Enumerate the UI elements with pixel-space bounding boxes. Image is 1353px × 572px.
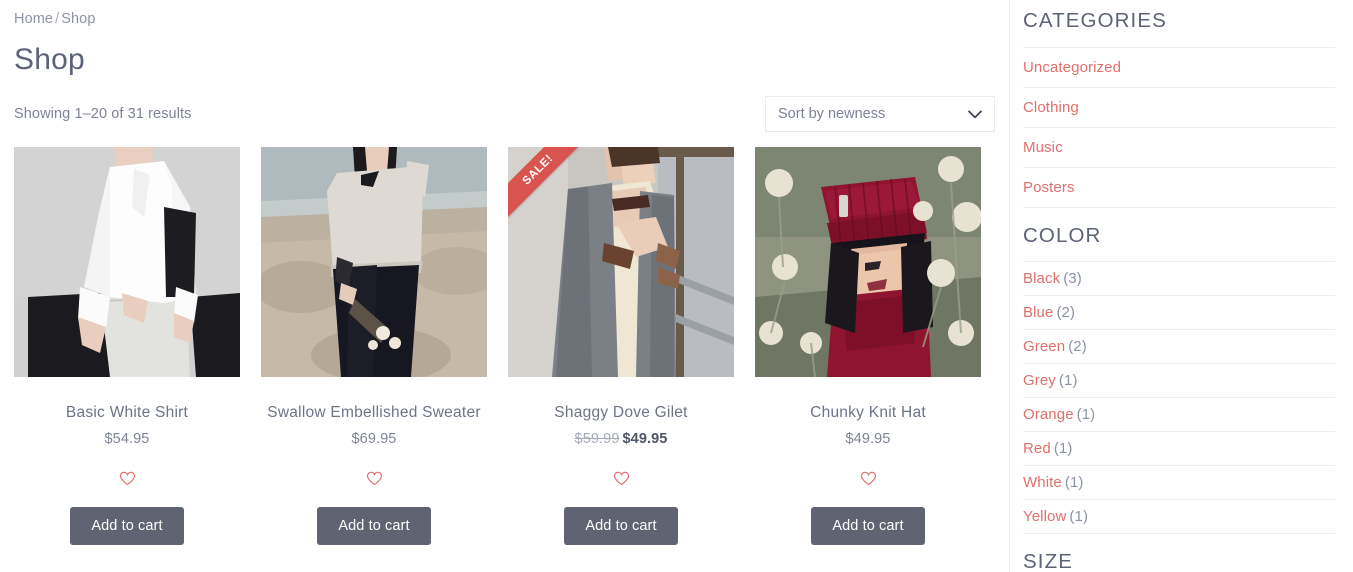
product-price: $54.95 <box>14 431 240 447</box>
breadcrumb-current: Shop <box>61 11 96 27</box>
color-count-yellow: (1) <box>1069 508 1089 525</box>
widget-title-size: SIZE <box>1023 550 1073 572</box>
category-list: Uncategorized Clothing Music Posters <box>1023 47 1335 208</box>
list-item: Posters <box>1023 167 1335 208</box>
color-count-orange: (1) <box>1076 406 1096 423</box>
main-content: Home / Shop Shop Showing 1–20 of 31 result… <box>0 0 1009 572</box>
list-item: Grey (1) <box>1023 363 1335 397</box>
color-count-green: (2) <box>1068 338 1087 355</box>
breadcrumb: Home / Shop <box>14 10 995 27</box>
product-card: Chunky Knit Hat $49.95 Add to cart <box>755 147 981 546</box>
add-to-cart-button[interactable]: Add to cart <box>317 507 431 546</box>
color-count-black: (3) <box>1063 270 1082 287</box>
product-image[interactable] <box>755 147 981 377</box>
product-price: $69.95 <box>261 431 487 447</box>
list-item: Music <box>1023 127 1335 167</box>
shop-toolbar: Showing 1–20 of 31 results Sort by newne… <box>14 96 995 132</box>
widget-size: SIZE XL(1) <box>1023 550 1335 572</box>
product-card: Basic White Shirt $54.95 Add to cart <box>14 147 240 546</box>
breadcrumb-home[interactable]: Home <box>14 11 53 27</box>
product-price: $59.99 $49.95 <box>508 431 734 447</box>
color-filter-list: Black (3) Blue (2) Green (2) Grey (1) Orange… <box>1023 261 1335 534</box>
product-card: SALE! Shaggy Dove Gilet $59.99 $49.95 Add… <box>508 147 734 546</box>
color-link-red[interactable]: Red <box>1023 440 1051 457</box>
sort-select-value: Sort by newness <box>778 106 886 122</box>
widget-color: COLOR Black (3) Blue (2) Green (2) Grey (1) … <box>1023 224 1335 534</box>
list-item: Clothing <box>1023 87 1335 127</box>
product-title[interactable]: Chunky Knit Hat <box>755 404 981 422</box>
color-link-orange[interactable]: Orange <box>1023 406 1074 423</box>
list-item: White (1) <box>1023 465 1335 499</box>
heart-outline-icon <box>860 471 876 485</box>
category-link-music[interactable]: Music <box>1023 139 1063 156</box>
product-price-value: $49.95 <box>845 431 891 448</box>
color-count-red: (1) <box>1053 440 1073 457</box>
shop-sidebar: CATEGORIES Uncategorized Clothing Music … <box>1009 0 1353 572</box>
list-item: Yellow (1) <box>1023 499 1335 534</box>
shop-page: Home / Shop Shop Showing 1–20 of 31 result… <box>0 0 1353 572</box>
add-to-cart-button[interactable]: Add to cart <box>70 507 184 546</box>
wishlist-button[interactable] <box>508 469 734 487</box>
list-item: Uncategorized <box>1023 47 1335 87</box>
color-link-green[interactable]: Green <box>1023 338 1065 355</box>
product-image[interactable]: SALE! <box>508 147 734 377</box>
chevron-down-icon <box>968 110 982 118</box>
list-item: Green (2) <box>1023 329 1335 363</box>
color-link-blue[interactable]: Blue <box>1023 304 1053 321</box>
product-price: $49.95 <box>755 431 981 447</box>
product-price-sale: $49.95 <box>622 431 668 448</box>
list-item: Blue (2) <box>1023 295 1335 329</box>
color-count-white: (1) <box>1064 474 1084 491</box>
wishlist-button[interactable] <box>261 469 487 487</box>
widget-categories: CATEGORIES Uncategorized Clothing Music … <box>1023 9 1335 208</box>
heart-outline-icon <box>366 471 382 485</box>
category-link-posters[interactable]: Posters <box>1023 179 1075 196</box>
add-to-cart-button[interactable]: Add to cart <box>564 507 678 546</box>
wishlist-button[interactable] <box>755 469 981 487</box>
heart-outline-icon <box>119 471 135 485</box>
breadcrumb-separator: / <box>55 11 60 27</box>
product-price-value: $54.95 <box>104 431 150 448</box>
page-title: Shop <box>14 43 85 76</box>
list-item: Orange (1) <box>1023 397 1335 431</box>
product-grid: Basic White Shirt $54.95 Add to cart Swa… <box>14 147 995 546</box>
list-item: Black (3) <box>1023 261 1335 295</box>
sort-select[interactable]: Sort by newness <box>765 96 995 132</box>
color-link-black[interactable]: Black <box>1023 270 1060 287</box>
add-to-cart-button[interactable]: Add to cart <box>811 507 925 546</box>
widget-title-categories: CATEGORIES <box>1023 9 1167 32</box>
product-price-value: $69.95 <box>351 431 397 448</box>
product-price-original: $59.99 <box>574 431 620 448</box>
category-link-uncategorized[interactable]: Uncategorized <box>1023 59 1121 76</box>
color-link-grey[interactable]: Grey <box>1023 372 1056 389</box>
heart-outline-icon <box>613 471 629 485</box>
product-title[interactable]: Swallow Embellished Sweater <box>261 404 487 422</box>
product-title[interactable]: Basic White Shirt <box>14 404 240 422</box>
list-item: Red (1) <box>1023 431 1335 465</box>
product-image[interactable] <box>14 147 240 377</box>
product-image[interactable] <box>261 147 487 377</box>
widget-title-color: COLOR <box>1023 224 1102 247</box>
product-title[interactable]: Shaggy Dove Gilet <box>508 404 734 422</box>
wishlist-button[interactable] <box>14 469 240 487</box>
color-count-grey: (1) <box>1058 372 1078 389</box>
color-count-blue: (2) <box>1056 304 1076 321</box>
color-link-white[interactable]: White <box>1023 474 1062 491</box>
result-count: Showing 1–20 of 31 results <box>14 106 192 122</box>
product-card: Swallow Embellished Sweater $69.95 Add t… <box>261 147 487 546</box>
color-link-yellow[interactable]: Yellow <box>1023 508 1066 525</box>
category-link-clothing[interactable]: Clothing <box>1023 99 1079 116</box>
